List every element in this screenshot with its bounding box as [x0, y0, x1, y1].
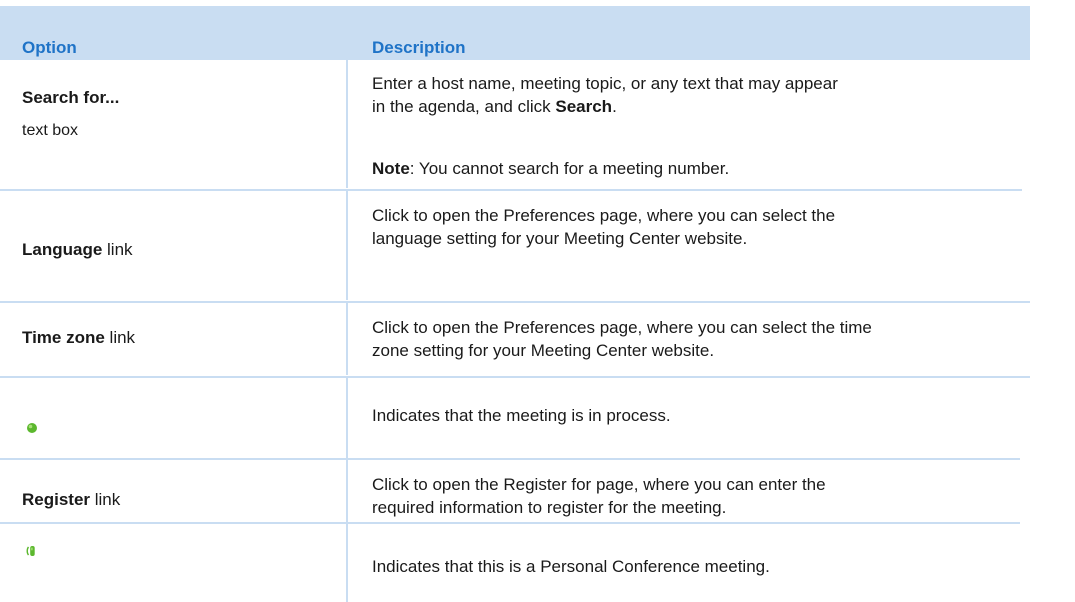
desc-language-line1: Click to open the Preferences page, wher…: [372, 206, 836, 225]
option-time-zone: Time zone link: [22, 328, 135, 348]
options-table-page: Option Description Search for... text bo…: [0, 0, 1075, 602]
desc-language-line2: language setting for your Meeting Center…: [372, 229, 748, 248]
option-search-for: Search for...: [22, 88, 119, 108]
row-separator: [0, 458, 1020, 460]
desc-time-zone-line2: zone setting for your Meeting Center web…: [372, 341, 715, 360]
option-time-zone-suffix: link: [104, 328, 136, 347]
table-header: Option Description: [0, 6, 1030, 60]
column-divider: [346, 190, 348, 300]
desc-time-zone-line1: Click to open the Preferences page, wher…: [372, 318, 872, 337]
row-separator: [0, 376, 1030, 378]
option-language-suffix: link: [102, 240, 133, 259]
desc-register-line1: Click to open the Register for page, whe…: [372, 475, 826, 494]
note-text: : You cannot search for a meeting number…: [409, 159, 730, 178]
desc-search-line2-post: .: [612, 97, 617, 116]
column-divider: [346, 377, 348, 458]
desc-language: Click to open the Preferences page, wher…: [372, 204, 1032, 250]
desc-in-process: Indicates that the meeting is in process…: [372, 404, 1032, 427]
desc-search-line2-pre: in the agenda, and click: [372, 97, 556, 116]
desc-search-note: Note: You cannot search for a meeting nu…: [372, 157, 1032, 180]
column-divider: [346, 60, 348, 188]
column-divider: [346, 458, 348, 522]
header-description: Description: [372, 38, 466, 57]
desc-search-line1: Enter a host name, meeting topic, or any…: [372, 74, 838, 93]
option-language: Language link: [22, 240, 133, 260]
option-search-for-label: Search for...: [22, 88, 120, 107]
desc-search-line2: in the agenda, and click Search.: [372, 95, 1032, 118]
row-separator: [0, 189, 1022, 191]
desc-search: Enter a host name, meeting topic, or any…: [372, 72, 1032, 118]
option-register-suffix: link: [90, 490, 121, 509]
header-option: Option: [22, 38, 77, 57]
personal-conference-icon: [26, 546, 35, 556]
row-separator: [0, 522, 1020, 524]
desc-in-process-line1: Indicates that the meeting is in process…: [372, 406, 671, 425]
column-divider: [346, 522, 348, 602]
option-language-label: Language: [22, 240, 103, 259]
desc-time-zone: Click to open the Preferences page, wher…: [372, 316, 1032, 362]
note-label: Note: [372, 159, 410, 178]
option-time-zone-label: Time zone: [22, 328, 105, 347]
column-divider: [346, 302, 348, 375]
desc-register: Click to open the Register for page, whe…: [372, 473, 1032, 519]
meeting-in-process-icon: [27, 423, 37, 433]
desc-personal-conference-line1: Indicates that this is a Personal Confer…: [372, 557, 770, 576]
row-separator: [0, 301, 1030, 303]
desc-search-keyword: Search: [555, 97, 613, 116]
option-search-sub: text box: [22, 122, 79, 139]
option-register-label: Register: [22, 490, 91, 509]
desc-register-line2: required information to register for the…: [372, 498, 727, 517]
desc-personal-conference: Indicates that this is a Personal Confer…: [372, 555, 1032, 578]
option-register: Register link: [22, 490, 120, 510]
